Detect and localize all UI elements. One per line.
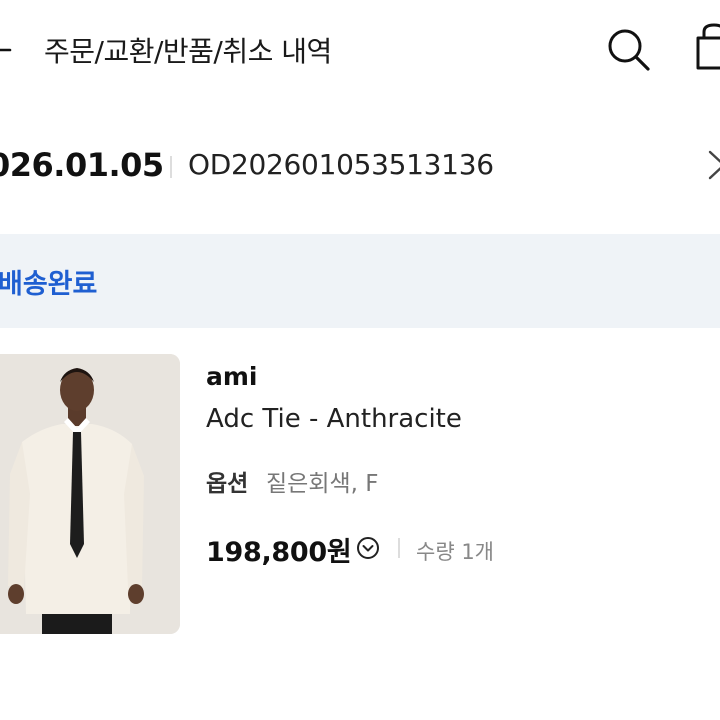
chevron-down-circle-icon[interactable] — [356, 536, 380, 560]
app-header: 주문/교환/반품/취소 내역 — [0, 0, 720, 100]
delivery-status-bar: 배송완료 — [0, 234, 720, 328]
chevron-right-icon[interactable] — [704, 148, 720, 182]
back-arrow-icon[interactable] — [0, 32, 22, 68]
divider — [398, 538, 400, 558]
order-number: OD202601053513136 — [188, 148, 494, 181]
divider — [170, 156, 172, 178]
quantity: 수량 1개 — [416, 540, 494, 564]
shopping-bag-icon[interactable] — [694, 22, 720, 72]
brand-name: ami — [206, 362, 258, 391]
page-title: 주문/교환/반품/취소 내역 — [44, 35, 332, 68]
product-name[interactable]: Adc Tie - Anthracite — [206, 404, 462, 434]
option-label: 옵션 — [206, 471, 249, 497]
order-summary-row[interactable]: 026.01.05 OD202601053513136 — [0, 130, 720, 200]
product-photo-illustration — [0, 354, 180, 634]
search-icon[interactable] — [604, 26, 652, 74]
product-image[interactable] — [0, 354, 180, 634]
price: 198,800원 — [206, 537, 352, 568]
option-value: 짙은회색, F — [266, 471, 379, 497]
order-item[interactable]: ami Adc Tie - Anthracite 옵션 짙은회색, F 198,… — [0, 354, 720, 644]
order-date: 026.01.05 — [0, 146, 164, 184]
delivery-status-label: 배송완료 — [0, 269, 98, 300]
